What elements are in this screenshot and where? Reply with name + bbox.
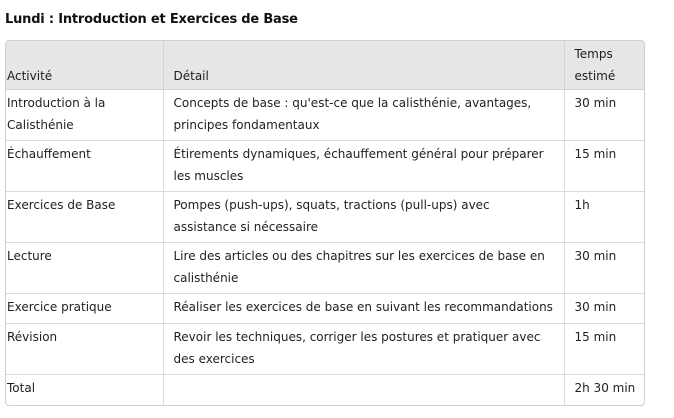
cell-temps: 2h 30 min (563, 374, 644, 405)
cell-activite: Exercice pratique (6, 293, 163, 324)
cell-activite: Introduction à la Calisthénie (6, 89, 163, 141)
cell-activite: Exercices de Base (6, 191, 163, 243)
header-activite: Activité (6, 41, 163, 90)
cell-temps: 1h (563, 191, 644, 243)
cell-detail: Concepts de base : qu'est-ce que la cali… (162, 89, 564, 141)
table-row: Échauffement Étirements dynamiques, écha… (6, 140, 644, 192)
cell-detail: Revoir les techniques, corriger les post… (162, 323, 564, 375)
table-row: Lecture Lire des articles ou des chapitr… (6, 242, 644, 294)
cell-detail: Réaliser les exercices de base en suivan… (162, 293, 564, 324)
cell-detail: Lire des articles ou des chapitres sur l… (162, 242, 564, 294)
cell-temps: 15 min (563, 323, 644, 375)
cell-temps: 15 min (563, 140, 644, 192)
schedule-table: Activité Détail Temps estimé Introductio… (5, 40, 645, 406)
table-row: Révision Revoir les techniques, corriger… (6, 323, 644, 375)
header-detail: Détail (162, 41, 564, 90)
cell-detail: Pompes (push-ups), squats, tractions (pu… (162, 191, 564, 243)
cell-activite: Total (7, 381, 36, 395)
cell-activite: Révision (6, 323, 163, 375)
cell-activite: Échauffement (6, 140, 163, 192)
table-header-row: Activité Détail Temps estimé (6, 41, 644, 90)
section-heading: Lundi : Introduction et Exercices de Bas… (5, 12, 298, 27)
cell-detail (162, 374, 564, 405)
cell-detail: Étirements dynamiques, échauffement géné… (162, 140, 564, 192)
cell-temps: 30 min (563, 293, 644, 324)
cell-activite: Lecture (6, 242, 163, 294)
header-temps: Temps estimé (563, 41, 644, 90)
table-row: Exercices de Base Pompes (push-ups), squ… (6, 191, 644, 243)
table-row-total: Total 2h 30 min (6, 374, 644, 405)
table-row: Introduction à la Calisthénie Concepts d… (6, 89, 644, 141)
cell-temps: 30 min (563, 242, 644, 294)
table-row: Exercice pratique Réaliser les exercices… (6, 293, 644, 324)
cell-temps: 30 min (563, 89, 644, 141)
